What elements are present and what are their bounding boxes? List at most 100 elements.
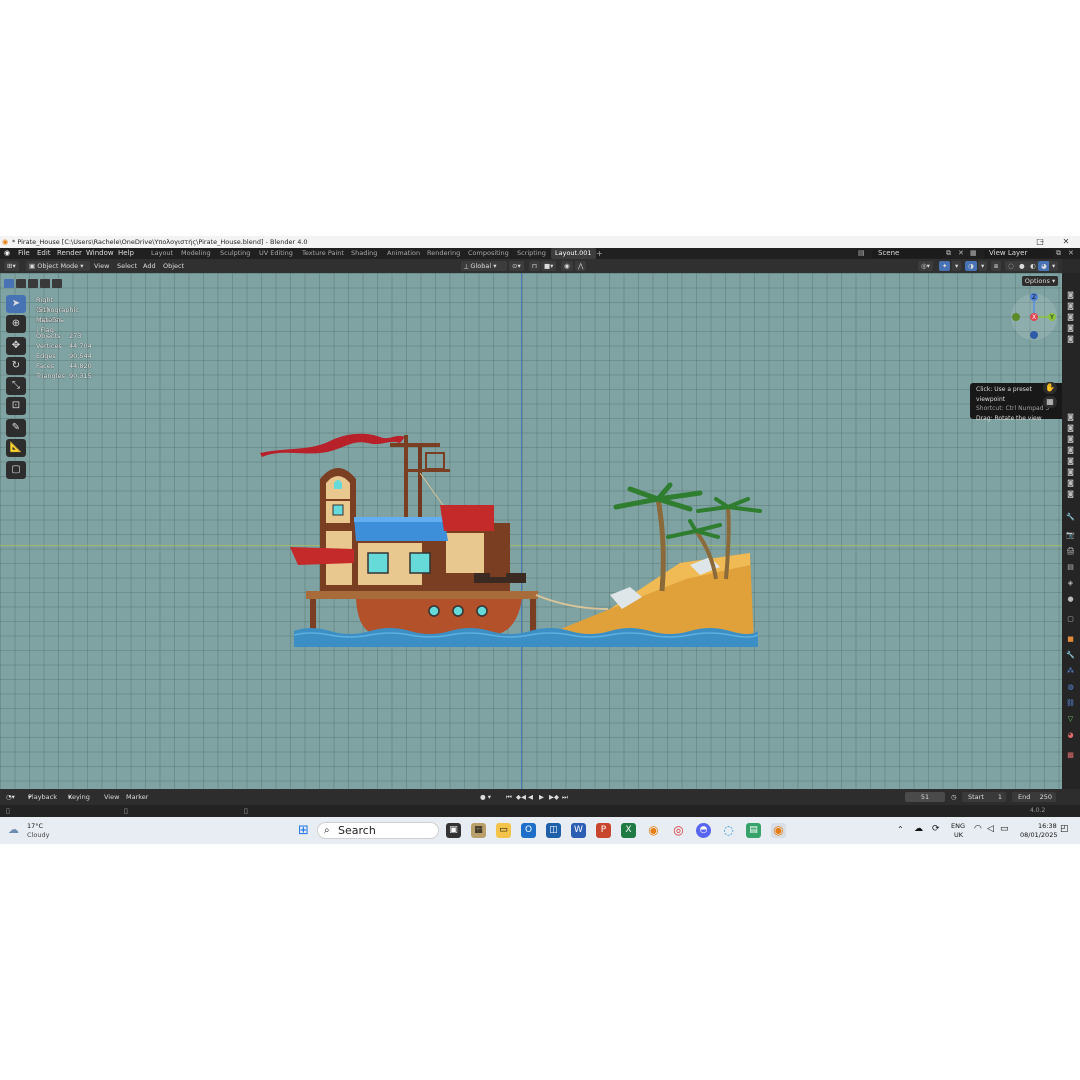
pan-view-icon[interactable]: ✋ (1043, 382, 1057, 394)
weather-temp[interactable]: 17°C (27, 822, 43, 830)
weather-desc[interactable]: Cloudy (27, 831, 49, 839)
outliner-camera-icon[interactable]: ◙ (1066, 291, 1075, 299)
language-label[interactable]: ENG (951, 822, 965, 830)
render-properties-icon[interactable]: 📷 (1066, 531, 1075, 539)
view-layer-field[interactable]: View Layer (984, 249, 1053, 258)
shading-rendered-icon[interactable]: ◕ (1038, 261, 1050, 271)
marker-menu[interactable]: Marker (126, 789, 148, 805)
outliner-camera-icon[interactable]: ◙ (1066, 457, 1075, 465)
gizmo-neg-y-axis[interactable] (1012, 313, 1020, 321)
snap-target-icon[interactable]: ■▾ (541, 261, 557, 271)
gizmo-neg-z-axis[interactable] (1030, 331, 1038, 339)
material-properties-icon[interactable]: ◕ (1066, 731, 1075, 739)
outliner-camera-icon[interactable]: ◙ (1066, 446, 1075, 454)
task-view-icon[interactable]: ▣ (446, 823, 461, 838)
view-layer-properties-icon[interactable]: ▤ (1066, 563, 1075, 571)
jump-start-icon[interactable]: ⏮ (506, 789, 512, 805)
cursor-tool-icon[interactable]: ⊕ (6, 315, 26, 333)
constraints-properties-icon[interactable]: ⛓ (1066, 699, 1075, 707)
end-frame-field[interactable]: End 250 (1012, 792, 1056, 802)
tab-scripting[interactable]: Scripting (517, 248, 546, 259)
cloud-icon[interactable]: ☁ (8, 823, 19, 836)
outliner-camera-icon[interactable]: ◙ (1066, 468, 1075, 476)
menu-window[interactable]: Window (86, 248, 114, 259)
timeline-view-menu[interactable]: View (104, 789, 119, 805)
shading-wireframe-icon[interactable]: ◌ (1005, 261, 1017, 271)
current-frame-field[interactable]: 51 (905, 792, 945, 802)
outliner-camera-icon[interactable]: ◙ (1066, 324, 1075, 332)
scene-field[interactable]: Scene (872, 249, 946, 258)
playback-menu[interactable]: Playback ▾ (28, 789, 57, 805)
chevron-up-icon[interactable]: ⌃ (897, 825, 904, 834)
add-cube-tool-icon[interactable]: ▢ (6, 461, 26, 479)
powerpoint-icon[interactable]: P (596, 823, 611, 838)
world-properties-icon[interactable]: ● (1066, 595, 1075, 603)
close-button[interactable]: ✕ (1054, 236, 1078, 248)
select-invert-icon[interactable] (52, 279, 62, 288)
volume-icon[interactable]: ◁ (987, 824, 994, 834)
overlays-toggle-icon[interactable]: ◑ (965, 261, 977, 271)
navigation-gizmo[interactable]: Z Y X (1008, 291, 1060, 343)
select-box-tool-icon[interactable]: ➤ (6, 295, 26, 313)
ortho-grid-icon[interactable]: ▦ (1043, 396, 1057, 408)
widgets-icon[interactable]: ▦ (471, 823, 486, 838)
menu-render[interactable]: Render (57, 248, 82, 259)
clock-time[interactable]: 16:38 (1038, 822, 1057, 830)
select-subtract-icon[interactable] (28, 279, 38, 288)
play-reverse-icon[interactable]: ◀ (528, 789, 533, 805)
outliner-camera-icon[interactable]: ◙ (1066, 413, 1075, 421)
sync-icon[interactable]: ⟳ (932, 824, 940, 834)
shading-material-icon[interactable]: ◐ (1027, 261, 1039, 271)
store-icon[interactable]: ◫ (546, 823, 561, 838)
start-frame-field[interactable]: Start 1 (962, 792, 1006, 802)
move-tool-icon[interactable]: ✥ (6, 337, 26, 355)
view-layer-icon[interactable]: ▦ (970, 248, 977, 259)
menu-select[interactable]: Select (117, 259, 137, 273)
tab-uv-editing[interactable]: UV Editing (259, 248, 293, 259)
file-explorer-icon[interactable]: ▭ (496, 823, 511, 838)
texture-properties-icon[interactable]: ▩ (1066, 751, 1075, 759)
jump-keyframe-forward-icon[interactable]: ▶◆ (549, 789, 559, 805)
clock-date[interactable]: 08/01/2025 (1020, 831, 1057, 839)
physics-properties-icon[interactable]: ◍ (1066, 683, 1075, 691)
menu-object[interactable]: Object (163, 259, 184, 273)
transform-tool-icon[interactable]: ⊡ (6, 397, 26, 415)
pivot-point-icon[interactable]: ⊙▾ (509, 261, 524, 271)
tab-modeling[interactable]: Modeling (181, 248, 211, 259)
timeline-editor-icon[interactable]: ◔▾ (6, 789, 15, 805)
object-properties-icon[interactable]: ■ (1066, 635, 1075, 643)
visibility-icon[interactable]: ◎▾ (918, 261, 933, 271)
windows-start-icon[interactable]: ⊞ (296, 823, 311, 838)
snap-icon[interactable]: ⊓ (529, 261, 541, 271)
battery-icon[interactable]: ▭ (1000, 824, 1009, 834)
measure-tool-icon[interactable]: 📐 (6, 439, 26, 457)
region-label[interactable]: UK (954, 831, 963, 839)
menu-file[interactable]: File (18, 248, 30, 259)
jump-end-icon[interactable]: ⏭ (562, 789, 568, 805)
onedrive-icon[interactable]: ☁ (914, 824, 923, 834)
tab-sculpting[interactable]: Sculpting (220, 248, 250, 259)
new-scene-icon[interactable]: ⧉ (946, 248, 951, 259)
scene-properties-icon[interactable]: ◈ (1066, 579, 1075, 587)
editor-type-icon[interactable]: ⊞▾ (4, 261, 19, 271)
tool-properties-icon[interactable]: 🔧 (1066, 513, 1075, 521)
tab-rendering[interactable]: Rendering (427, 248, 460, 259)
outliner-camera-icon[interactable]: ◙ (1066, 435, 1075, 443)
discord-icon[interactable]: ◓ (696, 823, 711, 838)
data-properties-icon[interactable]: ▽ (1066, 715, 1075, 723)
blender-active-taskbar-icon[interactable]: ◉ (771, 823, 786, 838)
shading-solid-icon[interactable]: ● (1016, 261, 1028, 271)
outliner-camera-icon[interactable]: ◙ (1066, 313, 1075, 321)
remove-view-layer-icon[interactable]: ✕ (1068, 248, 1074, 259)
mode-dropdown[interactable]: ▣ Object Mode ▾ (26, 261, 90, 271)
new-view-layer-icon[interactable]: ⧉ (1056, 248, 1061, 259)
outliner-camera-icon[interactable]: ◙ (1066, 479, 1075, 487)
edge-icon[interactable]: ◌ (721, 823, 736, 838)
remove-scene-icon[interactable]: ✕ (958, 248, 964, 259)
annotate-tool-icon[interactable]: ✎ (6, 419, 26, 437)
menu-edit[interactable]: Edit (37, 248, 51, 259)
app-icon[interactable]: ▤ (746, 823, 761, 838)
taskbar-search[interactable]: ⌕ Search (317, 822, 439, 839)
tab-texture-paint[interactable]: Texture Paint (302, 248, 344, 259)
proportional-edit-icon[interactable]: ◉ (561, 261, 573, 271)
